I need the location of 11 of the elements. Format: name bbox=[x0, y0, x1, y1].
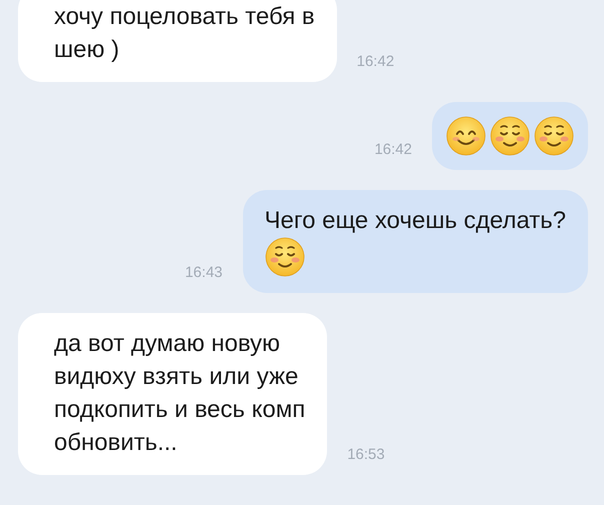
message-text: да вот думаю новую видюху взять или уже подкопить и весь комп обновить... bbox=[53, 329, 306, 458]
message-text: хочу поцеловать тебя в шею ) bbox=[53, 2, 315, 65]
blushing-face-icon bbox=[490, 116, 530, 156]
message-time: 16:42 bbox=[374, 141, 412, 158]
message-time: 16:43 bbox=[184, 264, 223, 281]
blushing-face-icon bbox=[534, 116, 574, 156]
message-time: 16:53 bbox=[347, 446, 385, 463]
smiling-face-icon bbox=[446, 116, 486, 156]
blushing-face-icon bbox=[264, 237, 305, 277]
message-time: 16:42 bbox=[356, 53, 394, 70]
message-text: Чего еще хочешь сделать? bbox=[264, 206, 566, 236]
